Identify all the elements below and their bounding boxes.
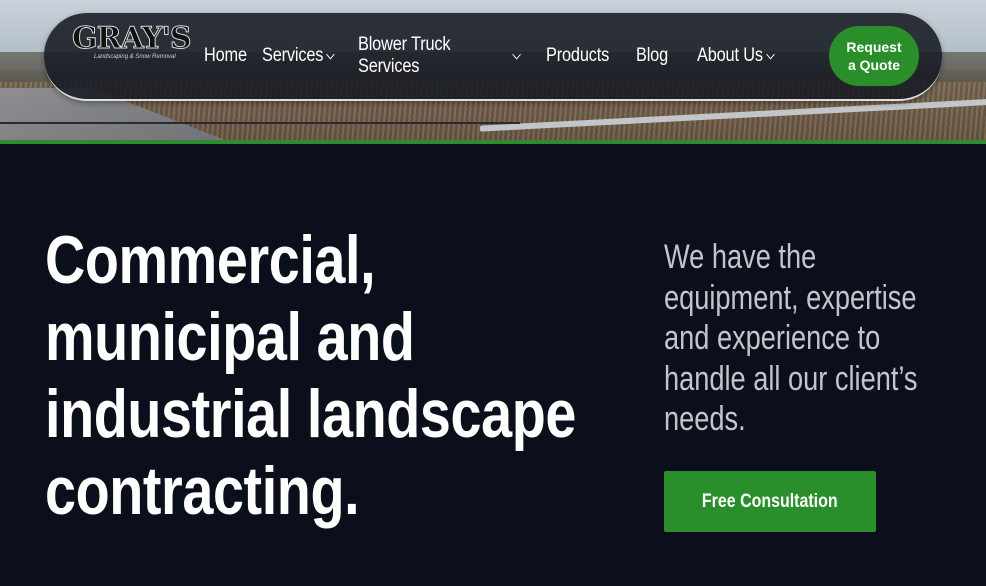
nav-item-label: About Us: [697, 45, 763, 66]
request-quote-button[interactable]: Request a Quote: [829, 26, 919, 86]
site-logo[interactable]: GRAY'S Landscaping & Snow Removal: [72, 21, 193, 62]
accent-divider: [0, 140, 986, 144]
nav-menu: Home Services Blower Truck Services Prod…: [204, 13, 789, 99]
nav-item-label: Services: [262, 45, 324, 66]
logo-wordmark: GRAY'S: [72, 21, 193, 56]
chevron-down-icon: [765, 49, 775, 59]
nav-item-label: Home: [204, 45, 247, 66]
nav-item-label: Products: [546, 45, 610, 66]
chevron-down-icon: [326, 49, 335, 59]
photo-fence: [0, 122, 520, 124]
nav-item-blog[interactable]: Blog: [636, 45, 688, 67]
hero-subtext: We have the equipment, expertise and exp…: [664, 237, 918, 440]
nav-item-services[interactable]: Services: [262, 45, 345, 67]
hero-subtext-text: We have the equipment, expertise and exp…: [664, 238, 918, 438]
main-navbar: GRAY'S Landscaping & Snow Removal Home S…: [44, 13, 942, 101]
cta-label: Free Consultation: [702, 490, 838, 512]
nav-item-label: Blower Truck Services: [358, 34, 451, 77]
chevron-down-icon: [512, 49, 521, 59]
hero-headline-text: Commercial, municipal and industrial lan…: [45, 222, 576, 529]
nav-item-label: Blog: [636, 45, 669, 66]
logo-tagline: Landscaping & Snow Removal: [94, 54, 176, 60]
quote-button-line1: Request: [846, 39, 902, 55]
hero-headline: Commercial, municipal and industrial lan…: [45, 222, 576, 530]
nav-item-blower-truck-services[interactable]: Blower Truck Services: [358, 34, 521, 78]
free-consultation-button[interactable]: Free Consultation: [664, 471, 876, 532]
nav-item-home[interactable]: Home: [204, 45, 254, 67]
nav-item-about-us[interactable]: About Us: [697, 45, 776, 67]
quote-button-line2: a Quote: [847, 57, 901, 73]
nav-item-products[interactable]: Products: [546, 45, 623, 67]
